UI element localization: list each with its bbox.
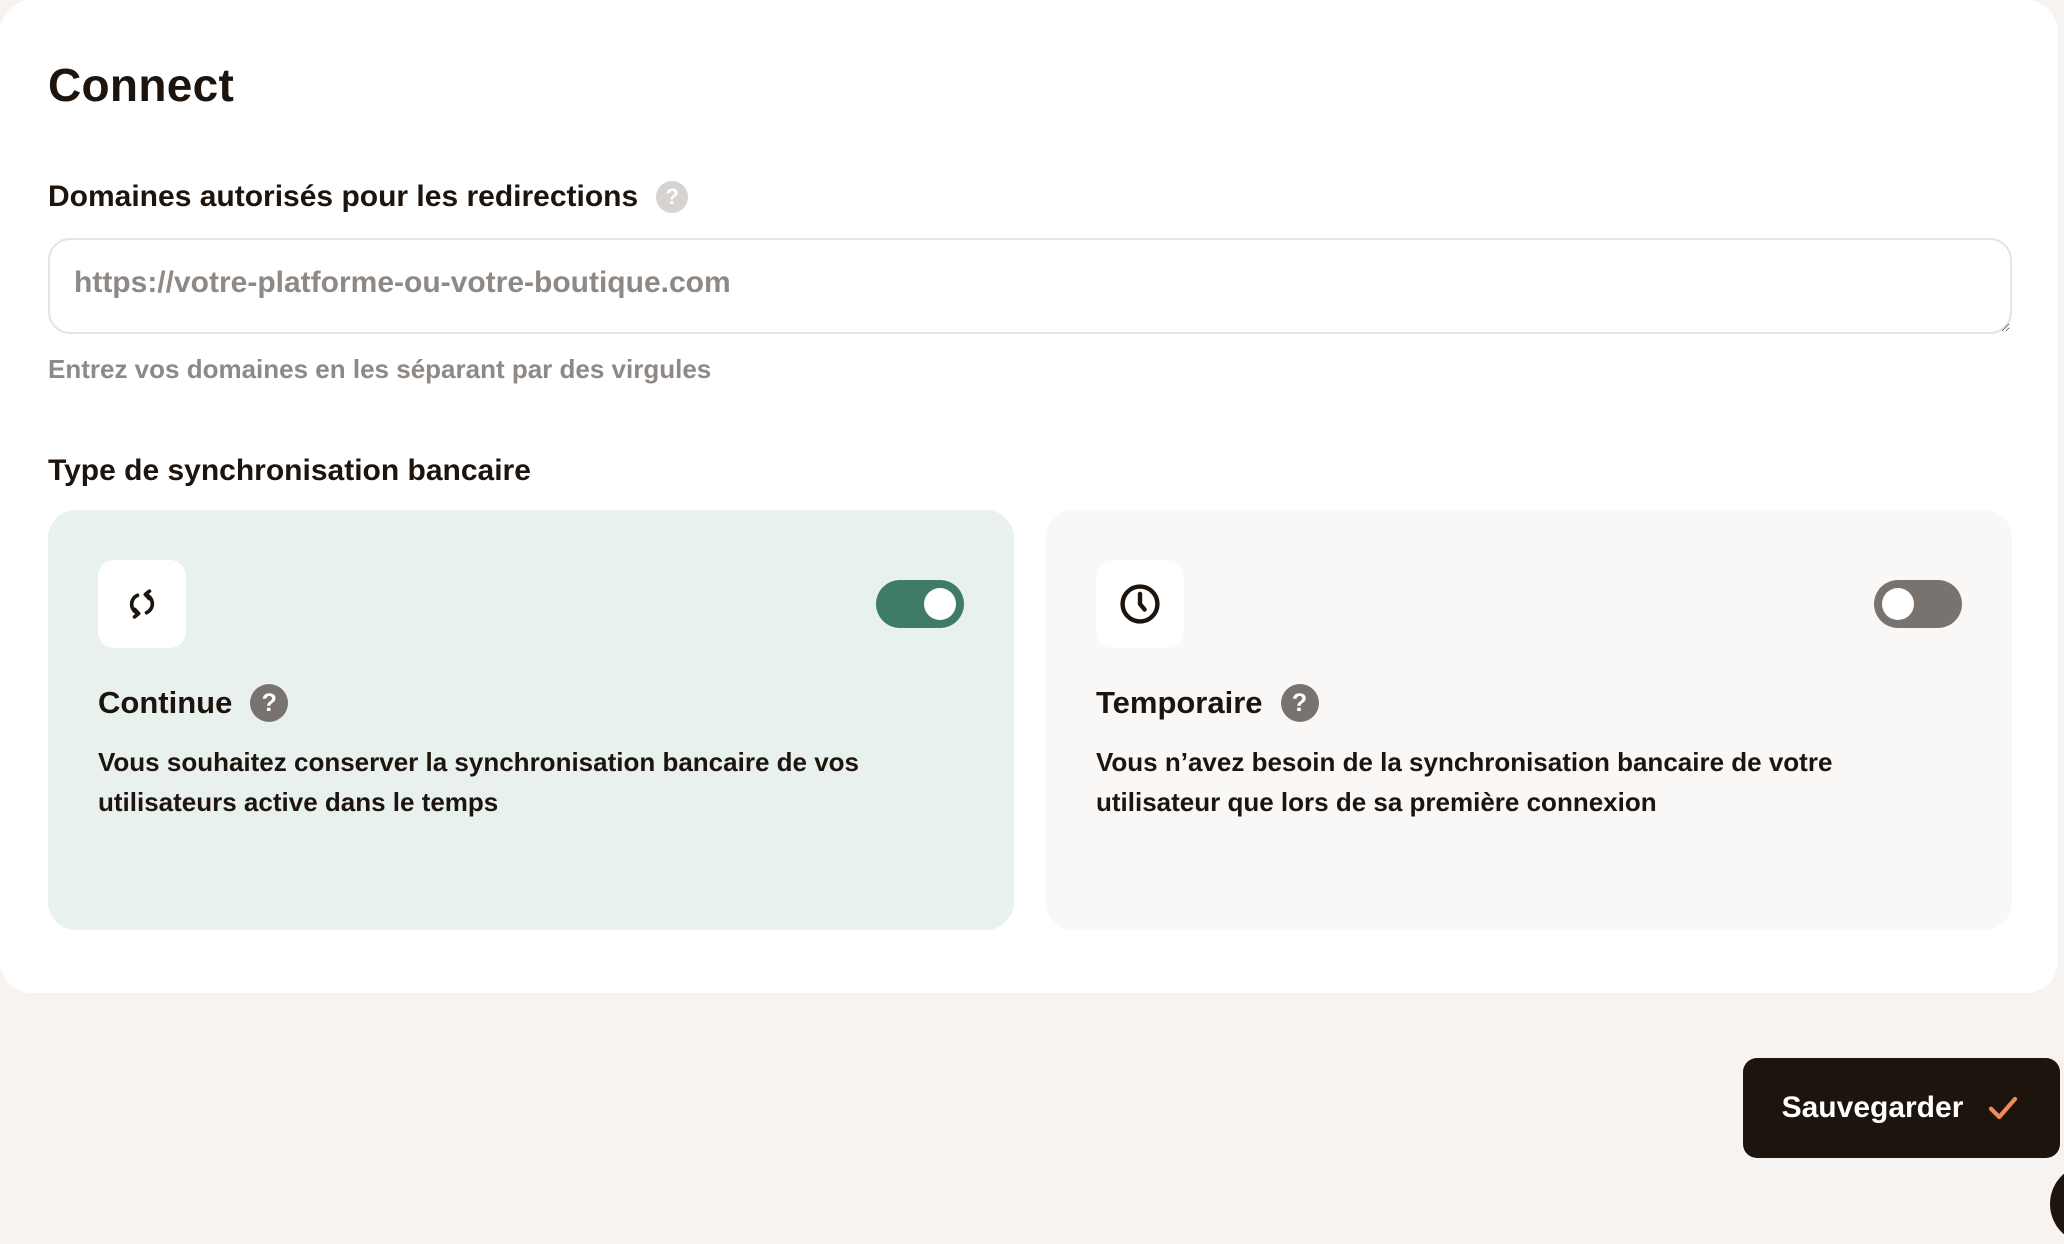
continue-help-icon[interactable]: ?: [250, 684, 289, 722]
continue-toggle[interactable]: [876, 580, 964, 628]
redirect-domains-help-icon[interactable]: ?: [656, 181, 689, 213]
sync-icon: [129, 589, 155, 619]
sync-icon-box: [98, 560, 186, 648]
continue-toggle-knob: [924, 588, 956, 620]
temporaire-help-icon[interactable]: ?: [1280, 684, 1319, 722]
save-button[interactable]: Sauvegarder: [1743, 1058, 2060, 1158]
chat-launcher-button[interactable]: [2050, 1164, 2064, 1244]
temporaire-option-description: Vous n’avez besoin de la synchronisation…: [1096, 747, 1833, 817]
redirect-domains-field-wrapper: [48, 238, 2012, 334]
save-button-label: Sauvegarder: [1781, 1091, 1964, 1124]
temporaire-option-title-text: Temporaire: [1096, 685, 1263, 720]
continue-option-title: Continue ?: [98, 684, 289, 722]
temporaire-toggle[interactable]: [1874, 580, 1962, 628]
redirect-domains-label-text: Domaines autorisés pour les redirections: [48, 180, 639, 213]
redirect-domains-label: Domaines autorisés pour les redirections…: [48, 180, 689, 214]
temporaire-option-title: Temporaire ?: [1096, 684, 1319, 722]
continue-option-description: Vous souhaitez conserver la synchronisat…: [98, 747, 859, 817]
clock-icon: [1120, 584, 1160, 624]
redirect-domains-input[interactable]: [48, 238, 2012, 334]
clock-icon-box: [1096, 560, 1184, 648]
bank-sync-type-label: Type de synchronisation bancaire: [48, 454, 531, 487]
connect-settings-card: Connect Domaines autorisés pour les redi…: [0, 0, 2058, 993]
sync-option-continue[interactable]: Continue ? Vous souhaitez conserver la s…: [48, 510, 1014, 930]
redirect-domains-hint: Entrez vos domaines en les séparant par …: [48, 354, 712, 384]
page-title: Connect: [48, 59, 235, 111]
sync-option-temporaire[interactable]: Temporaire ? Vous n’avez besoin de la sy…: [1046, 510, 2012, 930]
check-icon: [1989, 1096, 2018, 1120]
continue-option-title-text: Continue: [98, 685, 233, 720]
temporaire-toggle-knob: [1882, 588, 1914, 620]
